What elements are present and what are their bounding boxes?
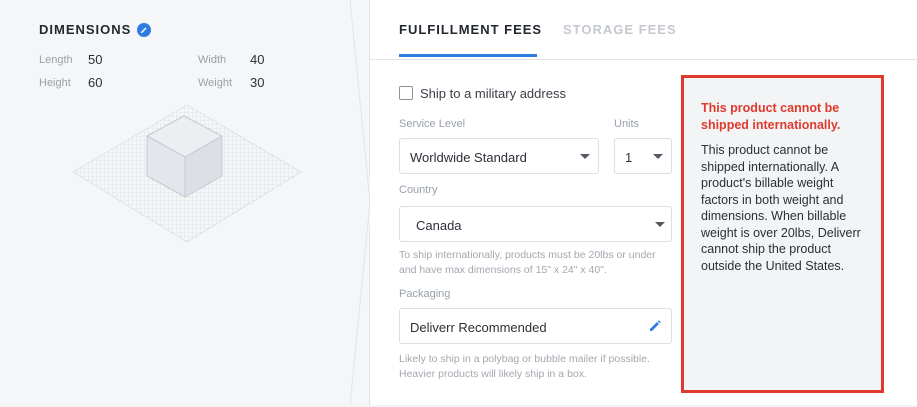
units-select[interactable]: 1	[614, 138, 672, 174]
weight-value: 30	[250, 75, 265, 90]
tab-fulfillment-fees[interactable]: FULFILLMENT FEES	[399, 22, 542, 37]
country-helper-line-2: and have max dimensions of 15" x 24" x 4…	[399, 264, 607, 276]
alert-body-line: This product cannot be	[701, 143, 829, 157]
country-label: Country	[399, 184, 438, 196]
country-select[interactable]: Canada	[399, 206, 672, 242]
packaging-field[interactable]: Deliverr Recommended	[399, 308, 672, 344]
alert-body-line: cannot ship the product	[701, 242, 831, 256]
chevron-down-icon	[580, 154, 590, 159]
alert-body-line: factors in both weight and	[701, 192, 844, 207]
length-label: Length	[39, 54, 73, 66]
active-tab-underline	[399, 54, 537, 57]
country-value: Canada	[416, 218, 462, 233]
alert-title-line-2: shipped internationally.	[701, 118, 841, 132]
alert-title: This product cannot be shipped internati…	[701, 100, 866, 134]
units-value: 1	[625, 150, 633, 165]
alert-body-line: product's billable weight	[701, 176, 834, 190]
weight-label: Weight	[198, 77, 233, 89]
packaging-helper-line-2: Heavier products will likely ship in a b…	[399, 368, 587, 380]
alert-body-line: dimensions. When billable	[701, 209, 847, 223]
alert-title-line-1: This product cannot be	[701, 101, 840, 115]
tab-storage-fees[interactable]: STORAGE FEES	[563, 22, 677, 37]
alert-body: This product cannot be shipped internati…	[701, 142, 873, 274]
alert-body-line: outside the United States.	[701, 258, 845, 273]
service-level-label: Service Level	[399, 118, 466, 130]
chevron-down-icon	[653, 154, 663, 159]
dimensions-title: DIMENSIONS	[39, 22, 152, 37]
width-value: 40	[250, 52, 265, 67]
box-dimension-illustration	[72, 104, 302, 243]
pencil-icon[interactable]	[648, 319, 662, 333]
alert-body-line: shipped internationally. A	[701, 159, 840, 174]
info-icon[interactable]	[137, 22, 152, 37]
fees-tabs: FULFILLMENT FEES STORAGE FEES	[370, 0, 917, 60]
service-level-value: Worldwide Standard	[410, 150, 527, 165]
dimensions-title-label: DIMENSIONS	[39, 22, 132, 37]
height-label: Height	[39, 77, 71, 89]
international-shipping-alert: This product cannot be shipped internati…	[681, 75, 884, 393]
units-label: Units	[614, 118, 640, 130]
service-level-select[interactable]: Worldwide Standard	[399, 138, 599, 174]
military-address-label: Ship to a military address	[420, 86, 566, 101]
alert-body-line: weight is over 20lbs, Deliverr	[701, 225, 861, 240]
packaging-helper-line-1: Likely to ship in a polybag or bubble ma…	[399, 353, 650, 365]
country-helper-line-1: To ship internationally, products must b…	[399, 249, 656, 261]
packaging-value: Deliverr Recommended	[410, 320, 547, 335]
length-value: 50	[88, 52, 103, 67]
packaging-label: Packaging	[399, 288, 451, 300]
width-label: Width	[198, 54, 227, 66]
height-value: 60	[88, 75, 103, 90]
military-address-checkbox[interactable]	[399, 86, 413, 100]
chevron-down-icon	[655, 222, 665, 227]
